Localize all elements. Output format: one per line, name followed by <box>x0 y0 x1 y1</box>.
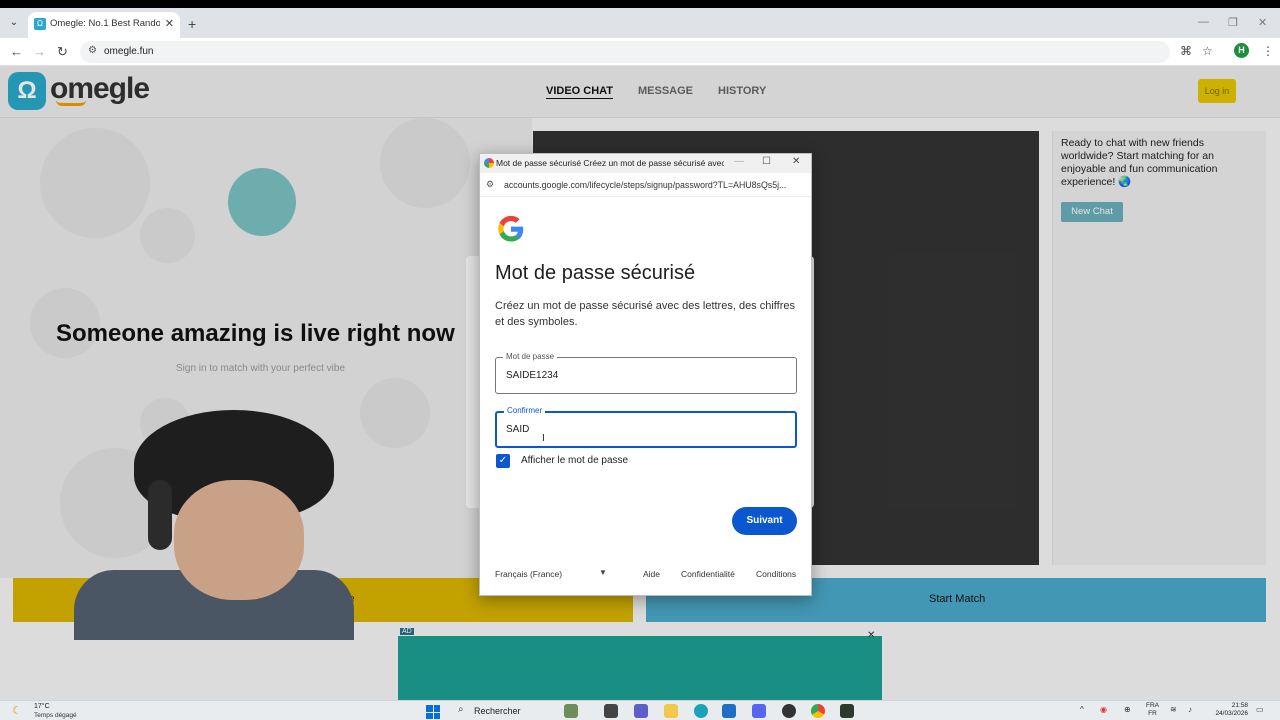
password-value[interactable]: SAIDE1234 <box>506 370 558 381</box>
lang-top: FRA <box>1146 702 1159 709</box>
url-text[interactable]: omegle.fun <box>104 46 153 57</box>
tab-title: Omegle: No.1 Best Random Vid <box>50 18 160 29</box>
weather-description[interactable]: Temps dégagé <box>34 712 77 719</box>
popup-description: Créez un mot de passe sécurisé avec des … <box>495 300 795 328</box>
volume-icon[interactable]: ♪ <box>1188 705 1192 714</box>
close-icon[interactable]: ✕ <box>165 17 174 30</box>
privacy-link[interactable]: Confidentialité <box>681 569 735 579</box>
moon-icon[interactable]: ☾ <box>12 704 22 717</box>
wifi-icon[interactable]: ≋ <box>1170 705 1177 714</box>
weather-temperature[interactable]: 17°C <box>34 703 50 710</box>
app-icon[interactable] <box>782 704 796 718</box>
file-explorer-icon[interactable] <box>664 704 678 718</box>
site-info-icon[interactable]: ⚙ <box>486 179 494 190</box>
popup-footer: Français (France) ▼ Aide Confidentialité… <box>480 564 811 586</box>
checkbox-icon[interactable]: ✓ <box>496 454 510 468</box>
address-bar: ← → ↻ ⚙ omegle.fun ⌘ ☆ H ⋮ <box>0 38 1280 66</box>
edge-icon[interactable] <box>694 704 708 718</box>
terminal-icon[interactable] <box>840 704 854 718</box>
password-field[interactable]: Mot de passe SAIDE1234 <box>495 352 797 394</box>
confirm-field[interactable]: Confirmer SAID I <box>495 406 797 448</box>
reload-icon[interactable]: ↻ <box>57 44 68 60</box>
confirm-label: Confirmer <box>504 406 546 415</box>
task-view-icon[interactable] <box>604 704 618 718</box>
keyboard-language[interactable]: FRA FR <box>1146 702 1159 718</box>
taskbar-search[interactable]: ⌕ Rechercher <box>452 703 562 719</box>
taskbar-search-label: Rechercher <box>474 706 521 716</box>
browser-tabbar: ⌄ Ω Omegle: No.1 Best Random Vid ✕ + — ❐… <box>0 8 1280 38</box>
dropdown-icon[interactable]: ▼ <box>599 568 607 577</box>
text-cursor-icon: I <box>542 433 545 444</box>
popup-window-title: Mot de passe sécurisé Créez un mot de pa… <box>496 158 724 168</box>
next-button[interactable]: Suivant <box>732 507 797 535</box>
window-close-icon[interactable]: ✕ <box>1258 16 1267 29</box>
antivirus-icon[interactable]: ◉ <box>1100 705 1107 714</box>
network-icon[interactable]: ⊕ <box>1124 705 1131 714</box>
google-favicon-icon <box>484 158 494 168</box>
widgets-icon[interactable] <box>564 704 578 718</box>
google-logo-icon <box>498 215 524 242</box>
omnibox[interactable]: ⚙ omegle.fun <box>80 41 1170 63</box>
omegle-favicon-icon: Ω <box>34 18 46 30</box>
webcam-face <box>174 480 304 600</box>
confirm-value[interactable]: SAID <box>506 424 529 435</box>
tab-list-icon[interactable]: ⌄ <box>6 15 22 31</box>
profile-avatar[interactable]: H <box>1234 43 1249 58</box>
chrome-icon[interactable] <box>811 704 825 718</box>
plus-icon[interactable]: + <box>188 16 196 32</box>
store-icon[interactable] <box>722 704 736 718</box>
translate-icon[interactable]: ⌘ <box>1180 44 1192 58</box>
minimize-icon[interactable]: — <box>1198 16 1209 28</box>
google-signup-popup: Mot de passe sécurisé Créez un mot de pa… <box>479 153 812 596</box>
windows-taskbar: ☾ 17°C Temps dégagé ⌕ Rechercher ^ ◉ ⊕ F… <box>0 700 1280 720</box>
show-password-label[interactable]: Afficher le mot de passe <box>521 455 628 466</box>
terms-link[interactable]: Conditions <box>756 569 796 579</box>
top-strip <box>0 0 1280 8</box>
back-icon[interactable]: ← <box>10 44 23 59</box>
minimize-icon[interactable]: — <box>734 156 744 167</box>
popup-heading: Mot de passe sécurisé <box>495 262 696 284</box>
maximize-icon[interactable]: ☐ <box>762 156 771 167</box>
discord-icon[interactable] <box>752 704 766 718</box>
popup-url-bar: ⚙ accounts.google.com/lifecycle/steps/si… <box>480 173 811 197</box>
popup-url[interactable]: accounts.google.com/lifecycle/steps/sign… <box>504 180 804 190</box>
tray-chevron-icon[interactable]: ^ <box>1080 705 1084 714</box>
password-label: Mot de passe <box>503 352 558 361</box>
notification-icon[interactable]: ▭ <box>1256 705 1264 714</box>
headset-icon <box>148 480 172 550</box>
restore-icon[interactable]: ❐ <box>1228 16 1238 29</box>
site-info-icon[interactable]: ⚙ <box>88 45 97 56</box>
popup-titlebar: Mot de passe sécurisé Créez un mot de pa… <box>480 154 811 173</box>
system-clock[interactable]: 21:58 24/03/2026 <box>1206 702 1248 718</box>
lang-bottom: FR <box>1148 710 1157 717</box>
star-icon[interactable]: ☆ <box>1202 44 1213 58</box>
close-icon[interactable]: ✕ <box>792 156 800 167</box>
search-icon: ⌕ <box>458 704 464 715</box>
menu-dots-icon[interactable]: ⋮ <box>1262 44 1274 58</box>
language-select[interactable]: Français (France) <box>495 569 562 579</box>
clock-time: 21:58 <box>1231 702 1248 709</box>
windows-start-icon[interactable] <box>426 705 440 719</box>
browser-tab[interactable]: Ω Omegle: No.1 Best Random Vid ✕ <box>28 12 180 38</box>
forward-icon[interactable]: → <box>33 44 46 59</box>
clock-date: 24/03/2026 <box>1215 710 1248 717</box>
help-link[interactable]: Aide <box>643 569 660 579</box>
webcam-overlay <box>74 410 354 640</box>
teams-icon[interactable] <box>634 704 648 718</box>
